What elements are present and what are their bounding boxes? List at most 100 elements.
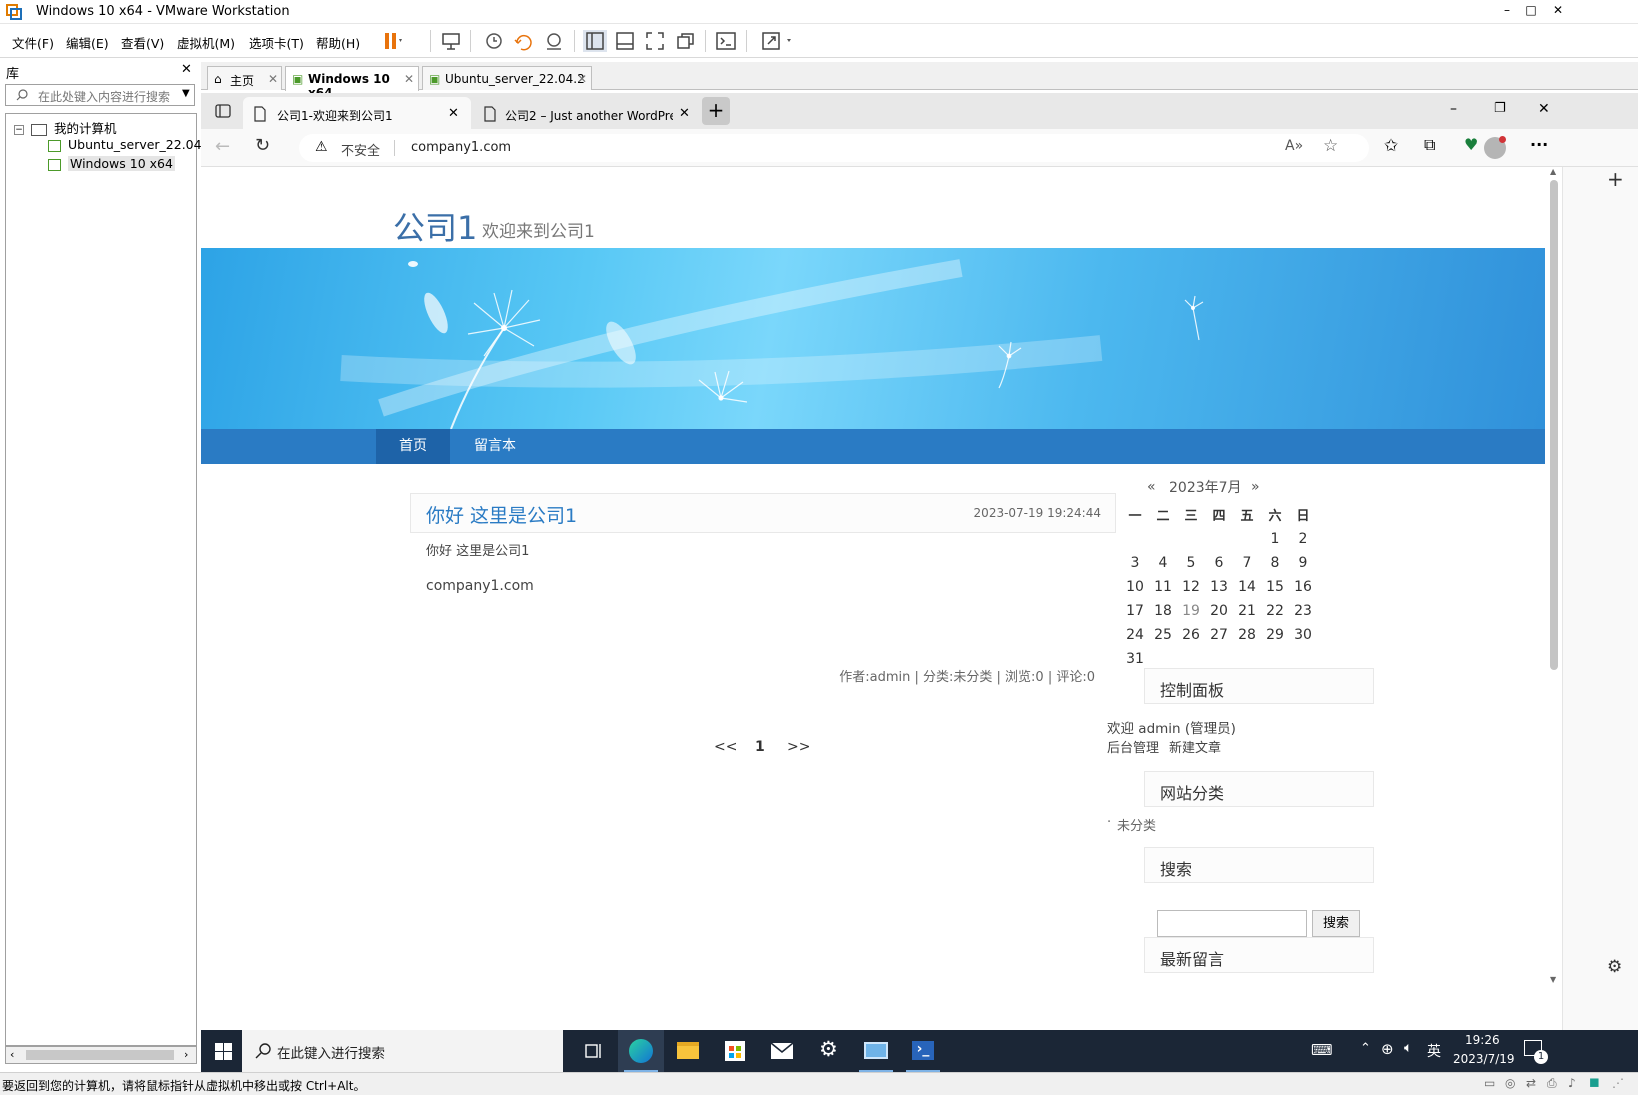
read-aloud-icon[interactable]: A» (1285, 138, 1303, 154)
scroll-left-icon[interactable]: ‹ (10, 1048, 14, 1061)
pager-next[interactable]: >> (787, 739, 810, 755)
action-center-icon[interactable]: 1 (1524, 1040, 1548, 1064)
maximize-icon[interactable]: □ (1521, 3, 1541, 17)
more-options-icon[interactable]: ··· (1530, 135, 1548, 154)
favorite-star-icon[interactable]: ☆ (1323, 136, 1338, 156)
mail-icon[interactable] (759, 1030, 805, 1072)
store-icon[interactable] (712, 1030, 758, 1072)
category-item[interactable]: 未分类 (1117, 815, 1156, 834)
page-vertical-scrollbar[interactable]: ▲ ▼ (1545, 167, 1562, 1030)
collapse-icon[interactable]: − (14, 124, 24, 135)
tab-windows10[interactable]: ▣ Windows 10 x64 ✕ (285, 66, 419, 100)
post-title[interactable]: 你好 这里是公司1 (426, 501, 577, 528)
clock-date[interactable]: 2023/7/19 (1453, 1052, 1515, 1066)
snapshot-manager-icon[interactable] (542, 30, 566, 52)
cd-icon[interactable]: ◎ (1505, 1076, 1515, 1090)
menu-vm[interactable]: 虚拟机(M) (177, 33, 235, 52)
browser-tab-company2[interactable]: 公司2 – Just another WordPress ✕ (477, 97, 701, 129)
close-icon[interactable]: ✕ (577, 72, 587, 86)
snapshot-icon[interactable] (482, 30, 506, 52)
volume-icon[interactable]: 🔈︎ (1404, 1040, 1412, 1056)
calendar-prev[interactable]: « (1147, 479, 1156, 495)
clock-time[interactable]: 19:26 (1465, 1033, 1500, 1047)
close-icon[interactable]: ✕ (181, 62, 192, 77)
close-icon[interactable]: ✕ (404, 72, 414, 86)
avatar[interactable] (1484, 136, 1506, 159)
url-text[interactable]: company1.com (411, 140, 511, 155)
tree-item-windows10[interactable]: Windows 10 x64 (48, 156, 175, 171)
nav-guestbook[interactable]: 留言本 (459, 429, 531, 464)
task-view-icon[interactable] (571, 1030, 617, 1072)
tab-ubuntu[interactable]: ▣ Ubuntu_server_22.04.2 ✕ (422, 66, 592, 90)
scroll-down-icon[interactable]: ▼ (1550, 975, 1556, 984)
fullscreen-icon[interactable] (643, 30, 667, 52)
printer-icon[interactable]: ⎙ (1547, 1076, 1557, 1091)
tab-actions-icon[interactable] (215, 103, 231, 119)
new-tab-button[interactable]: + (702, 97, 730, 125)
scroll-right-icon[interactable]: › (184, 1048, 188, 1061)
remote-desktop-icon[interactable] (853, 1030, 899, 1072)
scrollbar-thumb[interactable] (1550, 180, 1558, 670)
favorites-icon[interactable]: ✩ (1384, 136, 1398, 156)
menu-file[interactable]: 文件(F) (12, 33, 54, 52)
thumbnail-bar-icon[interactable] (613, 30, 637, 52)
stretch-guest-icon[interactable] (760, 30, 800, 52)
revert-snapshot-icon[interactable] (512, 30, 536, 52)
file-explorer-icon[interactable] (665, 1030, 711, 1072)
scroll-up-icon[interactable]: ▲ (1550, 167, 1556, 176)
library-search-input[interactable]: 在此处键入内容进行搜索 ▼ (5, 84, 195, 106)
menu-edit[interactable]: 编辑(E) (66, 33, 109, 52)
settings-gear-icon[interactable]: ⚙ (1607, 957, 1622, 977)
menu-tabs[interactable]: 选项卡(T) (249, 33, 304, 52)
console-icon[interactable] (714, 30, 738, 52)
pause-icon[interactable] (380, 30, 404, 52)
windows-start-icon[interactable] (215, 1043, 232, 1060)
close-icon[interactable]: ✕ (448, 106, 459, 121)
close-icon[interactable]: ✕ (1538, 101, 1550, 117)
library-toggle-icon[interactable] (583, 30, 607, 52)
message-icon[interactable]: ◼ (1589, 1075, 1600, 1090)
menu-view[interactable]: 查看(V) (121, 33, 164, 52)
collections-icon[interactable]: ⧉ (1424, 135, 1435, 155)
browser-tab-company1[interactable]: 公司1-欢迎来到公司1 ✕ (243, 97, 471, 129)
close-icon[interactable]: ✕ (268, 72, 278, 86)
minimize-icon[interactable]: – (1497, 3, 1517, 17)
send-ctrl-alt-del-icon[interactable] (439, 30, 463, 52)
site-title[interactable]: 公司1 (393, 203, 477, 249)
back-icon[interactable]: ← (215, 136, 230, 157)
network-icon[interactable]: ⊕ (1381, 1040, 1394, 1058)
calendar-day[interactable]: 19 (1177, 603, 1205, 619)
add-sidebar-app-icon[interactable]: + (1607, 167, 1624, 191)
unity-icon[interactable] (673, 30, 697, 52)
edge-taskbar-icon[interactable] (618, 1030, 664, 1072)
network-adapter-icon[interactable]: ⇄ (1526, 1076, 1536, 1090)
nav-home[interactable]: 首页 (376, 429, 450, 464)
close-icon[interactable]: ✕ (679, 106, 690, 121)
performance-icon[interactable]: ♥ (1464, 135, 1478, 154)
pager-prev[interactable]: << (714, 739, 737, 755)
refresh-icon[interactable]: ↻ (255, 135, 270, 156)
tab-home[interactable]: ⌂ 主页 ✕ (207, 66, 282, 90)
new-post-link[interactable]: 新建文章 (1169, 737, 1221, 756)
site-search-button[interactable]: 搜索 (1312, 910, 1360, 937)
sound-icon[interactable]: ♪ (1568, 1076, 1576, 1090)
keyboard-layout-icon[interactable]: ⌨ (1311, 1041, 1333, 1059)
close-icon[interactable]: ✕ (1548, 3, 1568, 17)
scrollbar-thumb[interactable] (26, 1050, 174, 1060)
minimize-icon[interactable]: – (1450, 101, 1457, 117)
site-search-input[interactable] (1157, 910, 1307, 937)
taskbar-search-box[interactable]: 在此键入进行搜索 (242, 1030, 563, 1072)
library-horizontal-scrollbar[interactable]: ‹ › (5, 1046, 197, 1064)
admin-link[interactable]: 后台管理 (1107, 737, 1159, 756)
calendar-next[interactable]: » (1251, 479, 1260, 495)
ime-indicator[interactable]: 英 (1427, 1041, 1441, 1061)
chevron-up-icon[interactable]: ⌃ (1360, 1041, 1371, 1056)
powershell-icon[interactable]: ›_ (900, 1030, 946, 1072)
url-field[interactable]: ⚠ 不安全 company1.com A» ☆ (299, 134, 1369, 162)
menu-help[interactable]: 帮助(H) (316, 33, 360, 52)
restore-icon[interactable]: ❐ (1494, 101, 1506, 116)
warning-icon[interactable]: ⚠ (315, 139, 328, 155)
settings-icon[interactable]: ⚙ (806, 1030, 852, 1072)
chevron-down-icon[interactable]: ▼ (182, 88, 190, 99)
tree-item-ubuntu[interactable]: Ubuntu_server_22.04.2 (48, 137, 214, 152)
